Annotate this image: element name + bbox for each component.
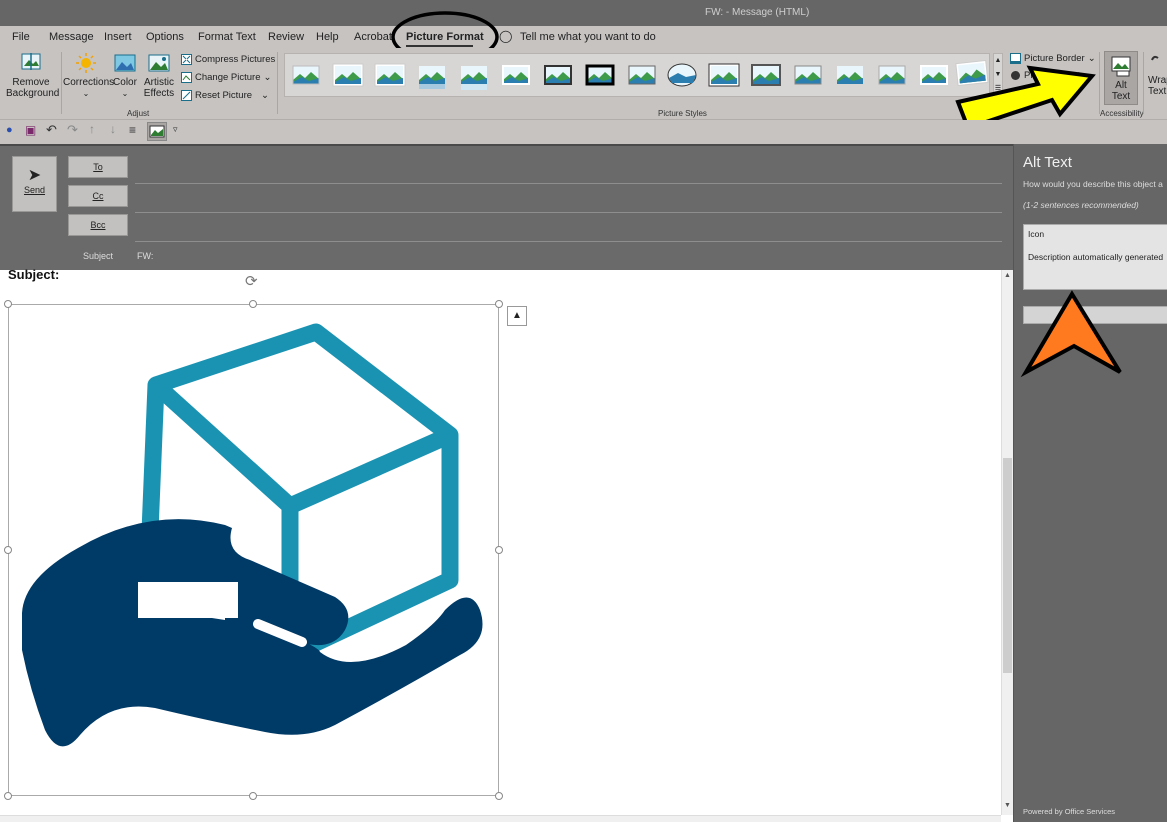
resize-handle[interactable] (495, 792, 503, 800)
picture-icon (149, 125, 165, 138)
subject-field[interactable]: FW: (137, 251, 153, 261)
scrollbar-thumb[interactable] (1003, 458, 1012, 673)
change-picture-button[interactable]: Change Picture ⌄ (181, 72, 271, 83)
resize-handle[interactable] (4, 300, 12, 308)
tab-message[interactable]: Message (49, 31, 94, 43)
microphone-icon[interactable]: ● (6, 124, 13, 136)
wrap-text-button[interactable]: Wrap Text (1148, 52, 1167, 97)
color-button[interactable]: Color ⌄ (112, 52, 138, 99)
artistic-effects-button[interactable]: Artistic Effects (140, 52, 178, 99)
tab-insert[interactable]: Insert (104, 31, 132, 43)
undo-icon[interactable]: ↶ (46, 122, 57, 138)
resize-handle[interactable] (495, 300, 503, 308)
resize-handle[interactable] (4, 546, 12, 554)
horizontal-scrollbar[interactable] (0, 815, 1001, 822)
wrap-text-icon (1151, 55, 1159, 61)
corrections-button[interactable]: Corrections ⌄ (63, 52, 114, 99)
scroll-down-icon[interactable]: ▼ (1004, 802, 1011, 809)
to-field[interactable] (135, 183, 1002, 184)
alt-text-pane: Alt Text How would you describe this obj… (1013, 144, 1167, 822)
tab-options[interactable]: Options (146, 31, 184, 43)
tab-file[interactable]: File (12, 31, 30, 43)
artistic-effects-icon (148, 54, 170, 72)
alt-text-hint: (1-2 sentences recommended) (1023, 200, 1139, 210)
sun-icon (76, 53, 96, 73)
tell-me-search[interactable]: Tell me what you want to do (520, 31, 656, 43)
box-in-hand-icon (22, 323, 483, 747)
subject-label: Subject (83, 251, 114, 261)
resize-handle[interactable] (249, 792, 257, 800)
color-icon (114, 54, 136, 72)
quick-access-toolbar: ● ▣ ↶ ↷ ↑ ↓ ≡ ▿ (0, 120, 1167, 144)
alt-text-textbox[interactable]: Icon Description automatically generated (1023, 224, 1167, 290)
save-icon[interactable]: ▣ (25, 123, 36, 137)
cc-field[interactable] (135, 212, 1002, 213)
orange-arrow-annotation (1020, 290, 1122, 378)
remove-background-button[interactable]: Remove Background (6, 52, 59, 99)
send-button[interactable]: ➤ Send (12, 156, 57, 212)
to-button[interactable]: To (68, 156, 128, 178)
tab-review[interactable]: Review (268, 31, 304, 43)
customize-qat-icon[interactable]: ▿ (173, 124, 178, 135)
alt-text-icon (1111, 56, 1131, 77)
tab-help[interactable]: Help (316, 31, 339, 43)
powered-by-text: Powered by Office Services (1023, 807, 1115, 816)
format-icon[interactable]: ≡ (129, 123, 136, 137)
bcc-button[interactable]: Bcc (68, 214, 128, 236)
up-arrow-icon[interactable]: ↑ (89, 122, 95, 136)
picture-style-thumbnails (292, 59, 989, 90)
down-arrow-icon[interactable]: ↓ (110, 122, 116, 136)
cc-button[interactable]: Cc (68, 185, 128, 207)
picture-styles-gallery[interactable] (284, 53, 990, 97)
message-body[interactable]: Subject: ⟳ ▲ (0, 267, 1013, 822)
compose-header: ➤ Send To Cc Bcc Subject FW: (0, 144, 1013, 270)
compress-pictures-button[interactable]: Compress Pictures (181, 54, 275, 65)
alt-text-question: How would you describe this object a (1023, 179, 1163, 189)
tab-format-text[interactable]: Format Text (198, 31, 256, 43)
picture-qat-button[interactable] (147, 122, 167, 141)
ribbon: Remove Background Corrections ⌄ Color ⌄ … (0, 48, 1167, 131)
vertical-scrollbar[interactable]: ▲ ▼ (1001, 270, 1013, 815)
resize-handle[interactable] (249, 300, 257, 308)
ribbon-tab-bar: File Message Insert Options Format Text … (0, 11, 1167, 63)
lightbulb-icon: ◯ (499, 29, 513, 43)
bcc-field[interactable] (135, 241, 1002, 242)
adjust-group-label: Adjust (127, 109, 150, 118)
resize-handle[interactable] (4, 792, 12, 800)
window-title: FW: - Message (HTML) (705, 7, 810, 18)
resize-handle[interactable] (495, 546, 503, 554)
title-bar: FW: - Message (HTML) (0, 0, 1167, 26)
rotate-handle-icon[interactable]: ⟳ (245, 272, 258, 290)
scroll-up-icon[interactable]: ▲ (1004, 272, 1011, 279)
tab-acrobat[interactable]: Acrobat (354, 31, 392, 43)
reset-picture-icon (181, 90, 192, 101)
alt-text-pane-title: Alt Text (1023, 154, 1072, 171)
change-picture-icon (181, 72, 192, 83)
body-subject-text: Subject: (8, 267, 60, 282)
remove-background-icon (21, 53, 41, 70)
layout-options-icon[interactable]: ▲ (507, 306, 527, 326)
reset-picture-button[interactable]: Reset Picture ⌄ (181, 90, 269, 101)
compress-icon (181, 54, 192, 65)
send-icon: ➤ (27, 167, 42, 184)
redo-icon[interactable]: ↷ (67, 122, 78, 138)
picture-styles-group-label: Picture Styles (658, 109, 707, 118)
